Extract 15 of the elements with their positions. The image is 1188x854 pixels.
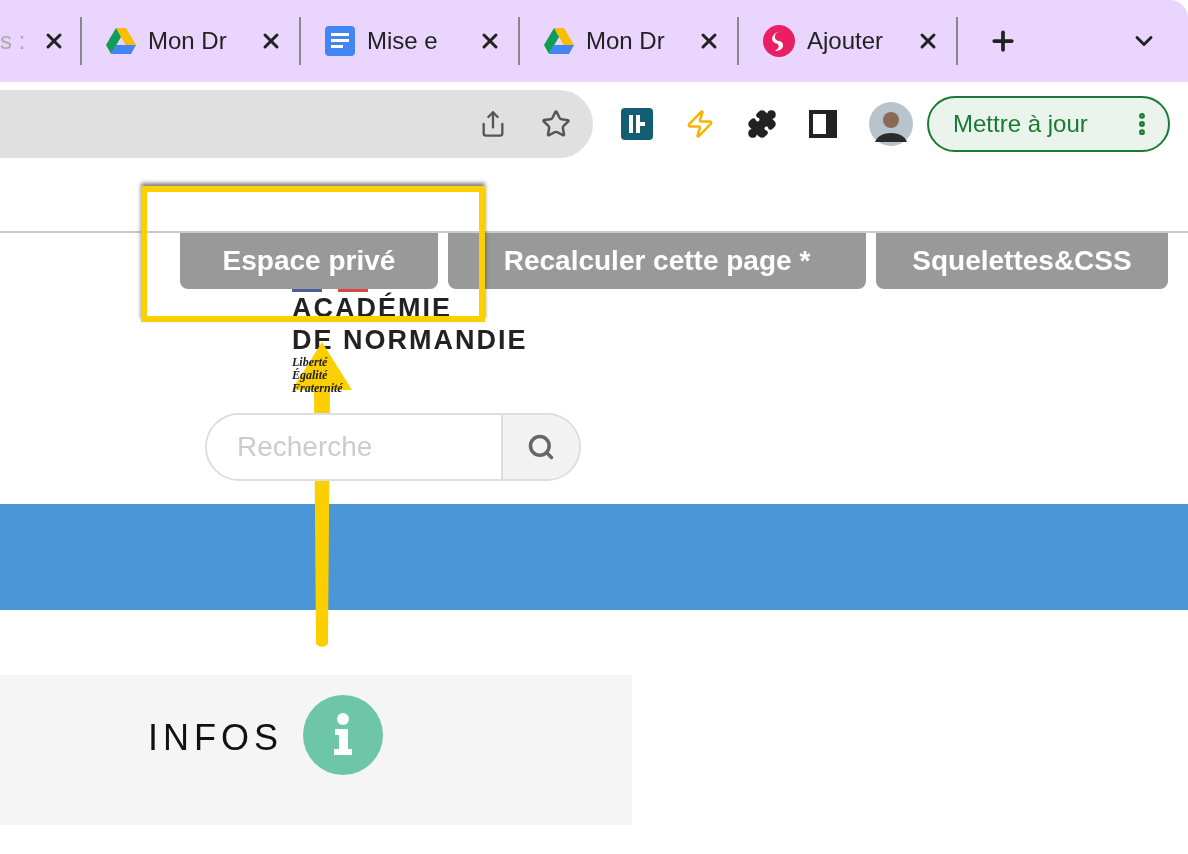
tab-title: Mise e xyxy=(367,26,439,56)
update-button[interactable]: Mettre à jour xyxy=(927,95,1170,152)
admin-button[interactable]: Recalculer cette page * xyxy=(448,233,866,289)
admin-button[interactable]: Squelettes&CSS xyxy=(876,233,1168,289)
tab-title: Ajouter xyxy=(807,26,885,56)
browser-tab[interactable]: Mise e xyxy=(301,16,518,66)
tab-title: s : xyxy=(0,26,27,56)
infos-title: INFOS xyxy=(148,716,283,760)
tab-title: Mon Dr xyxy=(586,26,666,56)
browser-tab[interactable]: Mon Dr xyxy=(520,16,737,66)
tab-title: Mon Dr xyxy=(148,26,228,56)
browser-tab[interactable]: Ajouter xyxy=(739,16,956,66)
browser-tab[interactable]: Mon Dr xyxy=(82,16,299,66)
logo-text: DE NORMANDIE xyxy=(292,324,529,356)
admin-button[interactable]: Espace privé xyxy=(180,233,438,289)
